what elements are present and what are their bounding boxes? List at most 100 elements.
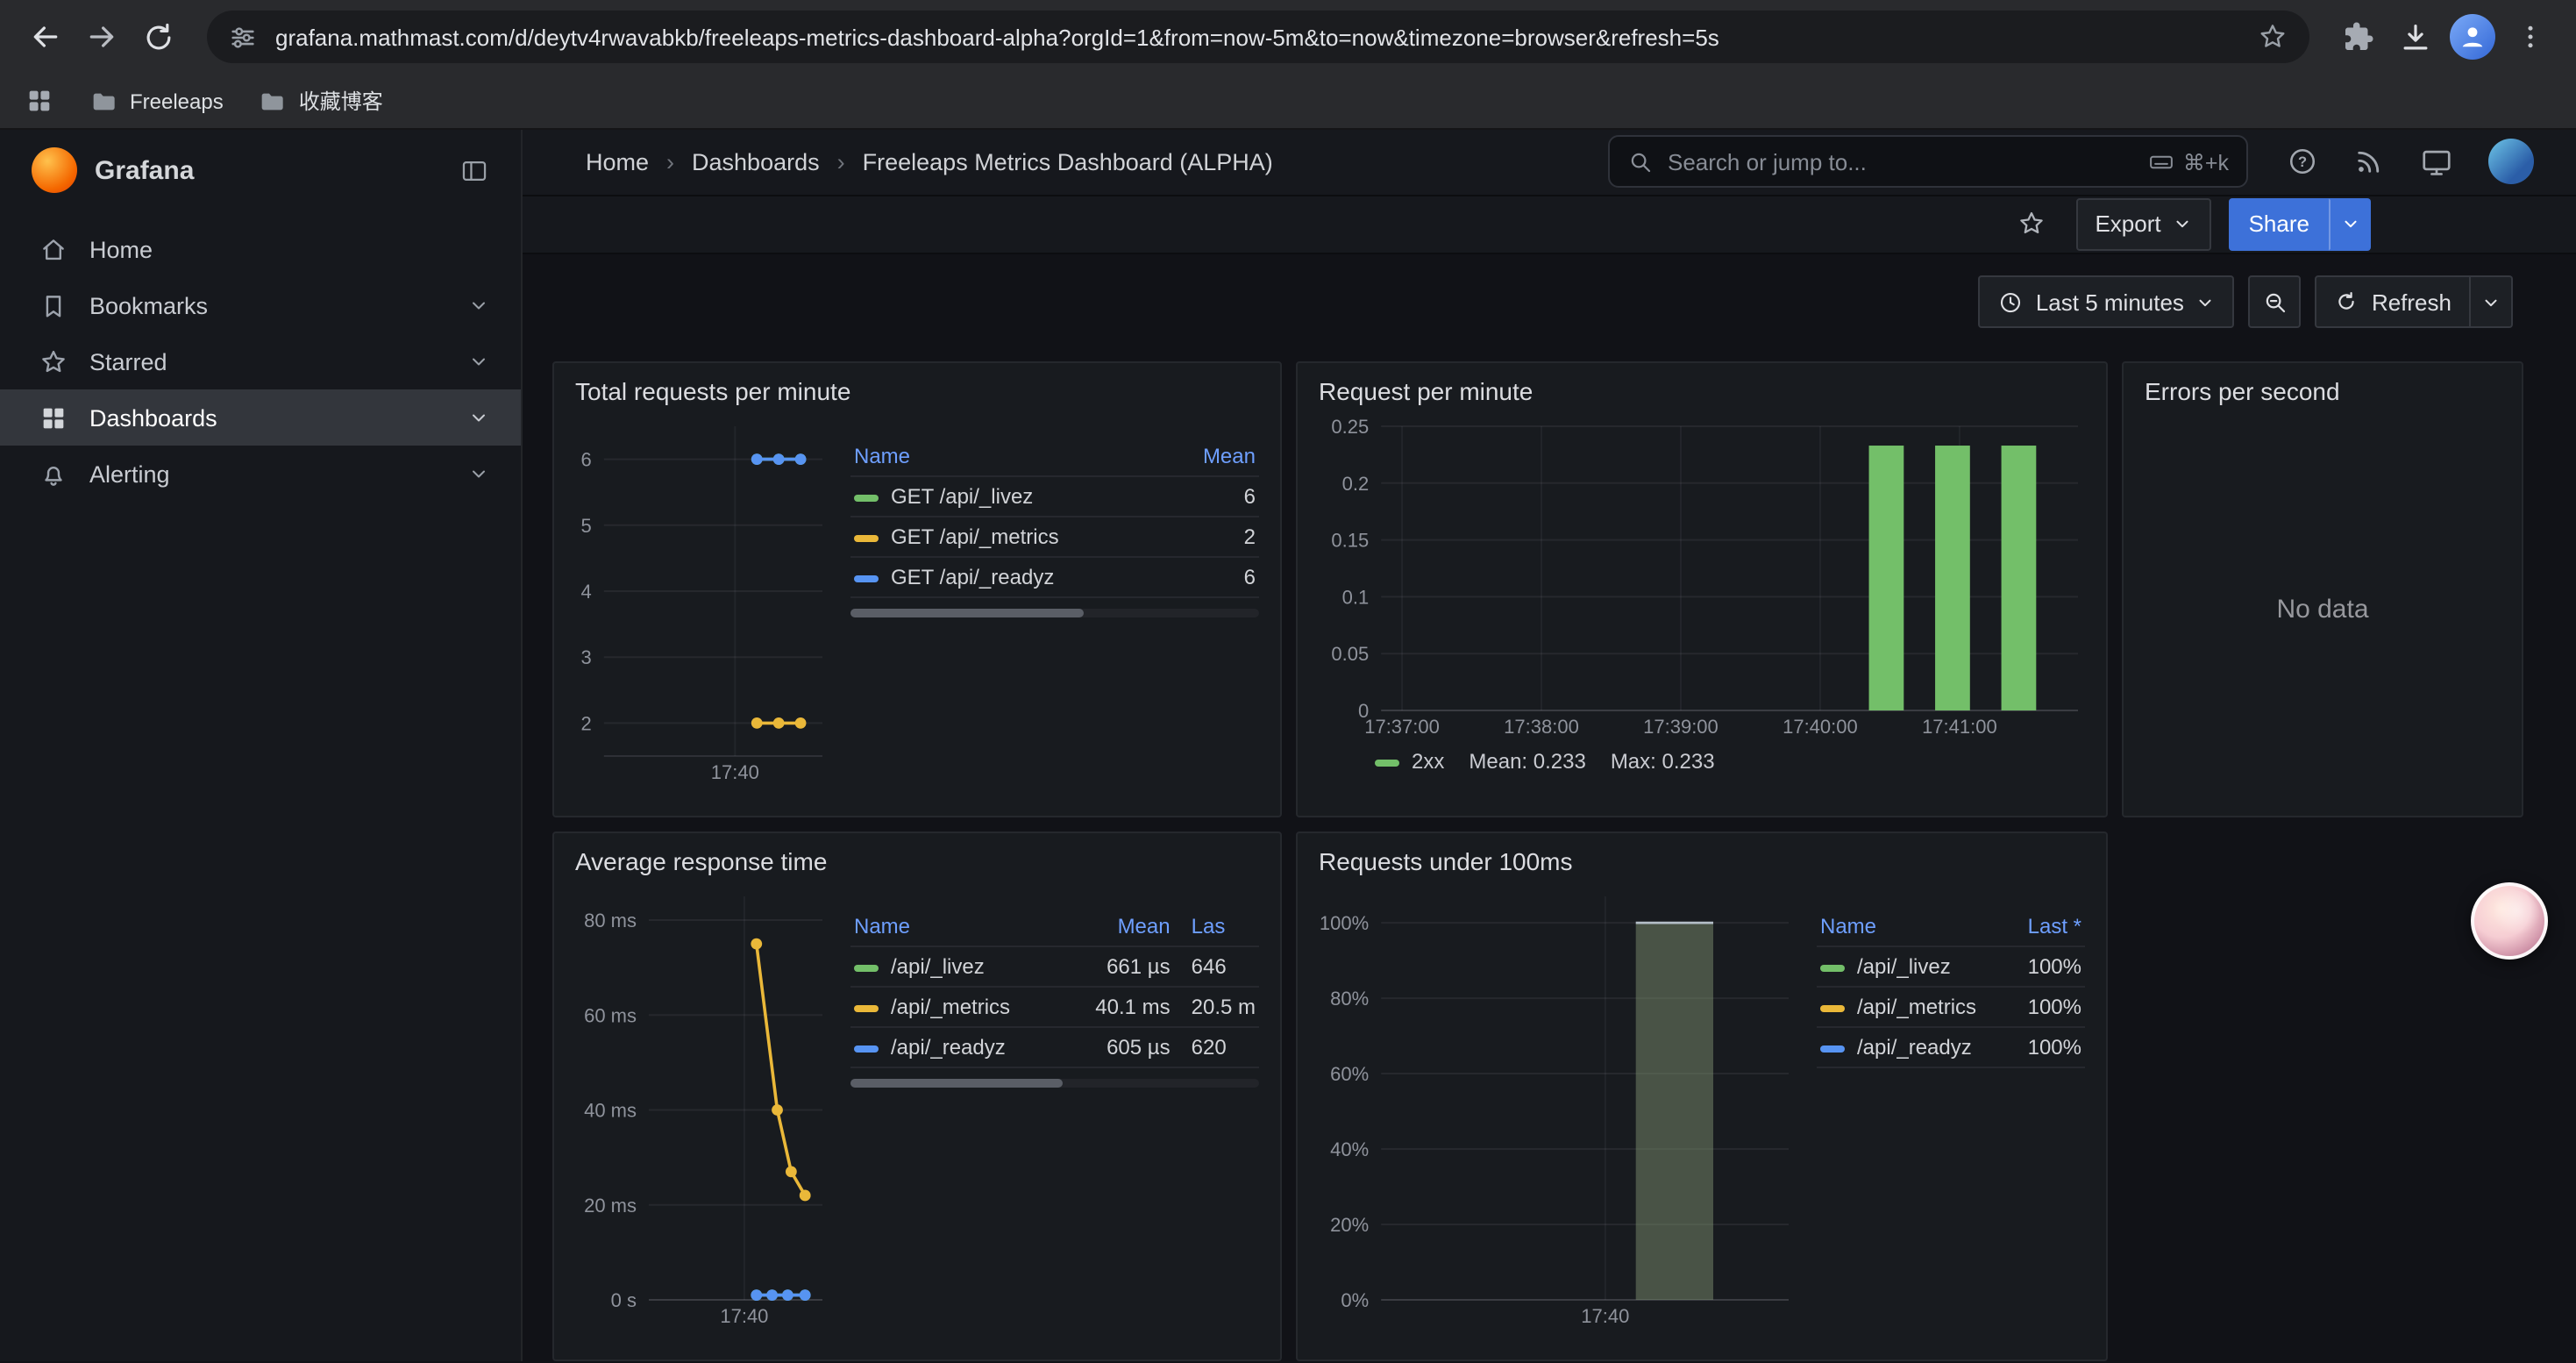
refresh-interval-button[interactable] xyxy=(2471,275,2513,328)
search-input[interactable]: Search or jump to... ⌘+k xyxy=(1608,136,2248,189)
time-controls: Last 5 minutes Refresh xyxy=(523,254,2576,328)
bookmark-folder-freeleaps[interactable]: Freeleaps xyxy=(89,87,224,115)
chevron-down-icon xyxy=(468,295,489,316)
panel-legend-inline[interactable]: 2xx Mean: 0.233 Max: 0.233 xyxy=(1315,739,2089,774)
screen: grafana.mathmast.com/d/deytv4rwavabkb/fr… xyxy=(0,0,2576,1363)
sidebar-item-bookmarks[interactable]: Bookmarks xyxy=(0,277,521,333)
help-icon[interactable]: ? xyxy=(2287,146,2318,178)
user-avatar[interactable] xyxy=(2488,139,2534,185)
svg-text:17:37:00: 17:37:00 xyxy=(1364,716,1440,738)
series-swatch xyxy=(1820,1045,1845,1053)
legend-column-mean[interactable]: Mean xyxy=(1170,437,1259,476)
svg-text:0.1: 0.1 xyxy=(1342,586,1370,608)
reload-button[interactable] xyxy=(130,9,186,65)
svg-text:60 ms: 60 ms xyxy=(584,1004,637,1026)
monitor-icon[interactable] xyxy=(2420,146,2453,179)
back-button[interactable] xyxy=(18,9,74,65)
export-button[interactable]: Export xyxy=(2075,198,2211,251)
browser-menu-button[interactable] xyxy=(2502,9,2558,65)
share-split-button: Share xyxy=(2230,198,2371,251)
requests-under-100ms-chart[interactable]: 100%80%60%40%20%0%17:40 xyxy=(1315,882,1799,1328)
svg-text:17:38:00: 17:38:00 xyxy=(1504,716,1579,738)
dashboard-canvas: Last 5 minutes Refresh xyxy=(523,254,2576,1361)
panel-title[interactable]: Errors per second xyxy=(2141,372,2504,412)
svg-text:0.15: 0.15 xyxy=(1331,530,1369,552)
panel-legend: Name Mean GET /api/_livez 6 xyxy=(833,412,1263,807)
bookmark-label: Freeleaps xyxy=(130,89,224,113)
panel-title[interactable]: Requests under 100ms xyxy=(1315,842,2089,882)
legend-row[interactable]: /api/_livez 100% xyxy=(1817,946,2085,987)
download-icon xyxy=(2398,20,2431,54)
legend-column-mean[interactable]: Mean xyxy=(1065,907,1173,946)
svg-text:17:40: 17:40 xyxy=(1581,1305,1629,1327)
url-text[interactable]: grafana.mathmast.com/d/deytv4rwavabkb/fr… xyxy=(275,24,2239,50)
panel-title[interactable]: Total requests per minute xyxy=(572,372,1263,412)
mean-stat: Mean: 0.233 xyxy=(1469,749,1585,774)
legend-column-last[interactable]: Last * xyxy=(2012,907,2085,946)
home-icon xyxy=(39,234,68,264)
folder-icon xyxy=(89,87,117,115)
favorite-dashboard-button[interactable] xyxy=(2005,198,2058,251)
sidebar-item-home[interactable]: Home xyxy=(0,221,521,277)
legend-row[interactable]: /api/_metrics 100% xyxy=(1817,987,2085,1027)
grafana-logo[interactable] xyxy=(32,147,77,193)
legend-column-name[interactable]: Name xyxy=(1817,907,2012,946)
puzzle-icon xyxy=(2343,21,2374,53)
sidebar-item-starred[interactable]: Starred xyxy=(0,333,521,389)
forward-button[interactable] xyxy=(74,9,130,65)
extensions-button[interactable] xyxy=(2330,9,2387,65)
panel-title[interactable]: Average response time xyxy=(572,842,1263,882)
site-settings-icon[interactable] xyxy=(228,22,258,52)
svg-text:20%: 20% xyxy=(1330,1214,1369,1236)
bookmark-star-icon[interactable] xyxy=(2257,21,2288,53)
chevron-down-icon xyxy=(468,463,489,484)
breadcrumb-dashboards[interactable]: Dashboards xyxy=(692,149,820,175)
legend-row[interactable]: /api/_livez 661 µs 646 xyxy=(850,946,1259,987)
sidebar-item-alerting[interactable]: Alerting xyxy=(0,446,521,502)
share-menu-button[interactable] xyxy=(2329,198,2371,251)
legend-row[interactable]: /api/_readyz 605 µs 620 xyxy=(850,1027,1259,1067)
legend-scrollbar[interactable] xyxy=(850,1079,1259,1088)
share-button[interactable]: Share xyxy=(2230,198,2329,251)
browser-profile-avatar[interactable] xyxy=(2450,14,2495,60)
legend-column-name[interactable]: Name xyxy=(850,437,1170,476)
url-bar[interactable]: grafana.mathmast.com/d/deytv4rwavabkb/fr… xyxy=(207,11,2309,63)
legend-row[interactable]: /api/_readyz 100% xyxy=(1817,1027,2085,1067)
header-icons: ? xyxy=(2287,139,2534,185)
refresh-button[interactable]: Refresh xyxy=(2316,275,2471,328)
svg-text:80%: 80% xyxy=(1330,988,1369,1010)
legend-scrollbar[interactable] xyxy=(850,609,1259,617)
zoom-out-icon xyxy=(2262,289,2288,315)
breadcrumb-separator: › xyxy=(837,149,845,175)
keyboard-icon xyxy=(2148,149,2174,175)
chevron-down-icon xyxy=(2340,215,2359,234)
sidebar-item-label: Starred xyxy=(89,348,447,375)
bookmark-folder-blogs[interactable]: 收藏博客 xyxy=(259,86,383,116)
series-label: 2xx xyxy=(1412,749,1444,774)
legend-column-name[interactable]: Name xyxy=(850,907,1065,946)
zoom-out-button[interactable] xyxy=(2249,275,2302,328)
breadcrumb-home[interactable]: Home xyxy=(586,149,649,175)
svg-text:20 ms: 20 ms xyxy=(584,1195,637,1217)
apps-grid-icon[interactable] xyxy=(25,86,54,116)
refresh-split-button: Refresh xyxy=(2316,275,2513,328)
svg-text:0%: 0% xyxy=(1341,1289,1369,1311)
svg-text:4: 4 xyxy=(581,581,592,603)
downloads-button[interactable] xyxy=(2387,9,2443,65)
folder-icon xyxy=(259,87,287,115)
legend-row[interactable]: GET /api/_livez 6 xyxy=(850,476,1259,517)
average-response-time-chart[interactable]: 80 ms60 ms40 ms20 ms0 s17:40 xyxy=(572,882,833,1328)
legend-column-last[interactable]: Las xyxy=(1174,907,1259,946)
panel-title[interactable]: Request per minute xyxy=(1315,372,2089,412)
news-rss-icon[interactable] xyxy=(2353,146,2385,178)
time-range-picker[interactable]: Last 5 minutes xyxy=(1978,275,2235,328)
request-per-minute-chart[interactable]: 0.250.20.150.10.05017:37:0017:38:0017:39… xyxy=(1315,412,2089,739)
floating-assistant-avatar[interactable] xyxy=(2471,882,2548,960)
legend-row[interactable]: GET /api/_metrics 2 xyxy=(850,517,1259,557)
dock-menu-icon[interactable] xyxy=(459,155,489,185)
svg-text:40%: 40% xyxy=(1330,1138,1369,1160)
total-requests-chart[interactable]: 6543217:40 xyxy=(572,412,833,784)
sidebar-item-dashboards[interactable]: Dashboards xyxy=(0,389,521,446)
legend-row[interactable]: GET /api/_readyz 6 xyxy=(850,557,1259,597)
legend-row[interactable]: /api/_metrics 40.1 ms 20.5 m xyxy=(850,987,1259,1027)
